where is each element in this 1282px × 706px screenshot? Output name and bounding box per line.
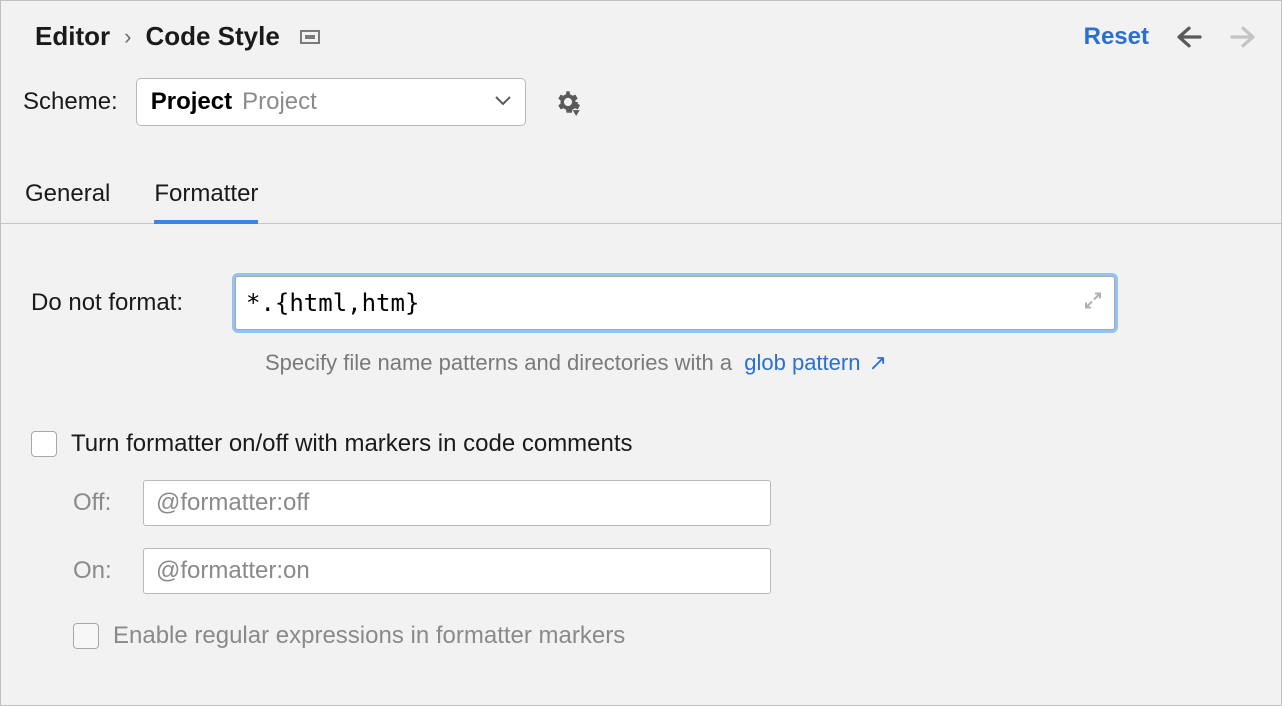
scheme-label: Scheme: bbox=[23, 88, 118, 116]
do-not-format-input-wrap bbox=[235, 276, 1115, 330]
scheme-row: Scheme: Project Project bbox=[1, 60, 1281, 126]
do-not-format-input[interactable] bbox=[235, 276, 1115, 330]
off-marker-input bbox=[143, 480, 771, 526]
forward-button bbox=[1229, 26, 1257, 48]
off-marker-row: Off: bbox=[73, 480, 1251, 526]
reset-button[interactable]: Reset bbox=[1084, 23, 1149, 51]
scheme-hint: Project bbox=[242, 88, 317, 116]
formatter-markers-checkbox[interactable] bbox=[31, 431, 57, 457]
glob-help-prefix: Specify file name patterns and directori… bbox=[265, 350, 732, 375]
scheme-select[interactable]: Project Project bbox=[136, 78, 526, 126]
header: Editor › Code Style Reset bbox=[1, 1, 1281, 60]
chevron-down-icon bbox=[495, 93, 511, 111]
breadcrumb: Editor › Code Style bbox=[35, 21, 320, 52]
external-link-icon: ↗ bbox=[869, 350, 887, 375]
tabs: General Formatter bbox=[1, 126, 1281, 224]
formatter-markers-row: Turn formatter on/off with markers in co… bbox=[31, 430, 1251, 458]
chevron-right-icon: › bbox=[124, 24, 131, 50]
formatter-settings: Do not format: Specify file name pattern… bbox=[1, 224, 1281, 680]
gear-icon[interactable] bbox=[554, 88, 582, 116]
expand-icon[interactable] bbox=[1083, 291, 1103, 316]
on-marker-row: On: bbox=[73, 548, 1251, 594]
header-actions: Reset bbox=[1084, 23, 1257, 51]
scheme-selected: Project bbox=[151, 88, 232, 116]
glob-help-text: Specify file name patterns and directori… bbox=[265, 350, 1251, 376]
glob-pattern-link[interactable]: glob pattern bbox=[744, 350, 860, 375]
regex-markers-checkbox bbox=[73, 623, 99, 649]
regex-markers-label: Enable regular expressions in formatter … bbox=[113, 622, 625, 650]
on-marker-label: On: bbox=[73, 557, 143, 585]
breadcrumb-current: Code Style bbox=[145, 21, 279, 52]
breadcrumb-parent[interactable]: Editor bbox=[35, 21, 110, 52]
settings-panel: Editor › Code Style Reset Scheme: Projec… bbox=[0, 0, 1282, 706]
tab-general[interactable]: General bbox=[25, 180, 110, 223]
regex-markers-row: Enable regular expressions in formatter … bbox=[73, 622, 1251, 650]
formatter-markers-label[interactable]: Turn formatter on/off with markers in co… bbox=[71, 430, 633, 458]
do-not-format-row: Do not format: bbox=[31, 276, 1251, 330]
back-button[interactable] bbox=[1175, 26, 1203, 48]
collapse-icon[interactable] bbox=[300, 30, 320, 44]
tab-formatter[interactable]: Formatter bbox=[154, 180, 258, 224]
on-marker-input bbox=[143, 548, 771, 594]
off-marker-label: Off: bbox=[73, 489, 143, 517]
do-not-format-label: Do not format: bbox=[31, 289, 235, 317]
